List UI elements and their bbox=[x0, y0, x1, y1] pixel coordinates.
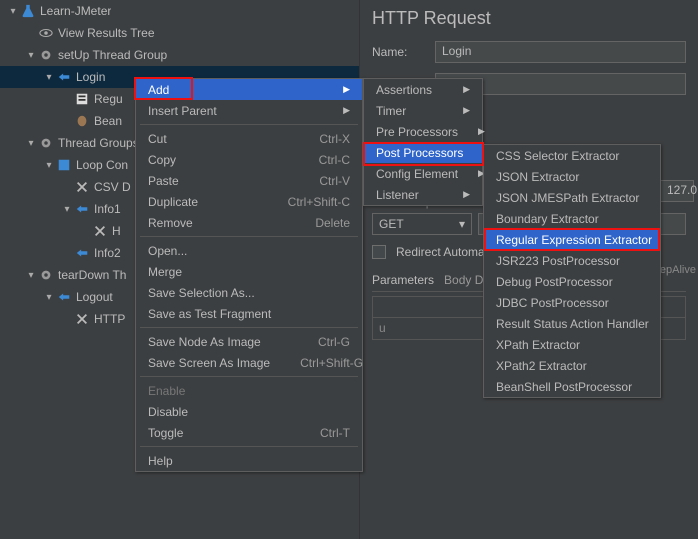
menu-save-screen-img[interactable]: Save Screen As ImageCtrl+Shift-G bbox=[136, 352, 362, 373]
node-label: Info1 bbox=[94, 202, 121, 216]
tree-setup-group[interactable]: ▾ setUp Thread Group bbox=[0, 44, 359, 66]
chevron-right-icon: ▶ bbox=[463, 105, 470, 116]
name-input[interactable]: Login bbox=[435, 41, 686, 63]
menu-disable[interactable]: Disable bbox=[136, 401, 362, 422]
page-title: HTTP Request bbox=[372, 8, 686, 29]
node-label: Login bbox=[76, 70, 105, 84]
node-label: CSV D bbox=[94, 180, 131, 194]
menu-xpath[interactable]: XPath Extractor bbox=[484, 334, 660, 355]
chevron-right-icon: ▶ bbox=[463, 189, 470, 200]
menu-css-extractor[interactable]: CSS Selector Extractor bbox=[484, 145, 660, 166]
menu-jdbc-postproc[interactable]: JDBC PostProcessor bbox=[484, 292, 660, 313]
node-label: Bean bbox=[94, 114, 122, 128]
node-label: H bbox=[112, 224, 121, 238]
chevron-right-icon: ▶ bbox=[343, 84, 350, 95]
menu-help[interactable]: Help bbox=[136, 450, 362, 471]
chevron-down-icon: ▾ bbox=[459, 217, 465, 231]
hdr-icon bbox=[74, 311, 90, 327]
context-menu-postproc: CSS Selector Extractor JSON Extractor JS… bbox=[483, 144, 661, 398]
menu-open[interactable]: Open... bbox=[136, 240, 362, 261]
menu-save-fragment[interactable]: Save as Test Fragment bbox=[136, 303, 362, 324]
menu-json-extractor[interactable]: JSON Extractor bbox=[484, 166, 660, 187]
request-icon bbox=[56, 289, 72, 305]
bean-icon bbox=[74, 113, 90, 129]
chevron-right-icon: ▶ bbox=[463, 84, 470, 95]
menu-duplicate[interactable]: DuplicateCtrl+Shift-C bbox=[136, 191, 362, 212]
node-label: Logout bbox=[76, 290, 113, 304]
gear-icon bbox=[38, 267, 54, 283]
hdr-icon bbox=[92, 223, 108, 239]
tree-root[interactable]: ▾ Learn-JMeter bbox=[0, 0, 359, 22]
menu-cut[interactable]: CutCtrl-X bbox=[136, 128, 362, 149]
menu-preprocessors[interactable]: Pre Processors▶ bbox=[364, 121, 482, 142]
request-icon bbox=[56, 69, 72, 85]
gear-icon bbox=[38, 135, 54, 151]
csv-icon bbox=[74, 179, 90, 195]
node-label: Regu bbox=[94, 92, 123, 106]
menu-assertions[interactable]: Assertions▶ bbox=[364, 79, 482, 100]
menu-result-status[interactable]: Result Status Action Handler bbox=[484, 313, 660, 334]
menu-jmespath-extractor[interactable]: JSON JMESPath Extractor bbox=[484, 187, 660, 208]
menu-beanshell[interactable]: BeanShell PostProcessor bbox=[484, 376, 660, 397]
eye-icon bbox=[38, 25, 54, 41]
node-label: Loop Con bbox=[76, 158, 128, 172]
tree-view-results[interactable]: View Results Tree bbox=[0, 22, 359, 44]
menu-copy[interactable]: CopyCtrl-C bbox=[136, 149, 362, 170]
menu-debug-postproc[interactable]: Debug PostProcessor bbox=[484, 271, 660, 292]
menu-add[interactable]: Add▶ bbox=[136, 79, 362, 100]
menu-paste[interactable]: PasteCtrl-V bbox=[136, 170, 362, 191]
menu-xpath2[interactable]: XPath2 Extractor bbox=[484, 355, 660, 376]
menu-enable: Enable bbox=[136, 380, 362, 401]
menu-listener[interactable]: Listener▶ bbox=[364, 184, 482, 205]
menu-jsr223[interactable]: JSR223 PostProcessor bbox=[484, 250, 660, 271]
node-label: Info2 bbox=[94, 246, 121, 260]
flask-icon bbox=[20, 3, 36, 19]
node-label: setUp Thread Group bbox=[58, 48, 167, 62]
node-label: tearDown Th bbox=[58, 268, 126, 282]
loop-icon bbox=[56, 157, 72, 173]
request-icon bbox=[74, 245, 90, 261]
tab-parameters[interactable]: Parameters bbox=[372, 273, 434, 287]
request-icon bbox=[74, 201, 90, 217]
menu-save-node-img[interactable]: Save Node As ImageCtrl-G bbox=[136, 331, 362, 352]
menu-postprocessors[interactable]: Post Processors▶ bbox=[364, 142, 482, 163]
menu-toggle[interactable]: ToggleCtrl-T bbox=[136, 422, 362, 443]
name-label: Name: bbox=[372, 45, 427, 59]
menu-timer[interactable]: Timer▶ bbox=[364, 100, 482, 121]
menu-config[interactable]: Config Element▶ bbox=[364, 163, 482, 184]
chevron-right-icon: ▶ bbox=[343, 105, 350, 116]
node-label: Learn-JMeter bbox=[40, 4, 111, 18]
redirect-label: Redirect Automati bbox=[396, 245, 491, 259]
gear-icon bbox=[38, 47, 54, 63]
method-value: GET bbox=[379, 217, 404, 231]
node-label: HTTP bbox=[94, 312, 125, 326]
server-port-input[interactable]: 127.0 bbox=[660, 180, 694, 202]
menu-merge[interactable]: Merge bbox=[136, 261, 362, 282]
method-select[interactable]: GET ▾ bbox=[372, 213, 472, 235]
chevron-right-icon: ▶ bbox=[478, 126, 485, 137]
menu-remove[interactable]: RemoveDelete bbox=[136, 212, 362, 233]
node-label: View Results Tree bbox=[58, 26, 155, 40]
menu-save-selection[interactable]: Save Selection As... bbox=[136, 282, 362, 303]
node-label: Thread Groups bbox=[58, 136, 139, 150]
redirect-checkbox[interactable] bbox=[372, 245, 386, 259]
context-menu-main: Add▶ Insert Parent▶ CutCtrl-X CopyCtrl-C… bbox=[135, 78, 363, 472]
menu-boundary-extractor[interactable]: Boundary Extractor bbox=[484, 208, 660, 229]
menu-insert-parent[interactable]: Insert Parent▶ bbox=[136, 100, 362, 121]
regex-icon bbox=[74, 91, 90, 107]
context-menu-add: Assertions▶ Timer▶ Pre Processors▶ Post … bbox=[363, 78, 483, 206]
menu-regex-extractor[interactable]: Regular Expression Extractor bbox=[484, 229, 660, 250]
